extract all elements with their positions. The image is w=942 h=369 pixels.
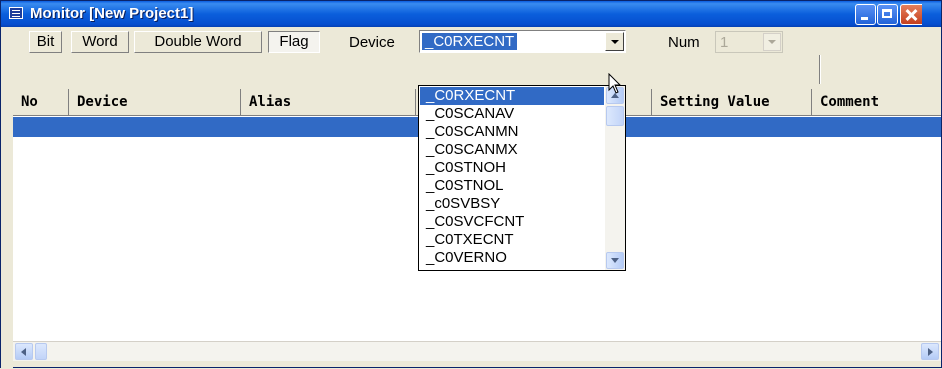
- device-option[interactable]: _C0SCANMN: [420, 123, 604, 141]
- device-dropdown-button[interactable]: [605, 32, 624, 51]
- mode-flag-button[interactable]: Flag: [268, 31, 320, 53]
- dropdown-vertical-scrollbar[interactable]: [605, 86, 625, 270]
- mode-double-word-button[interactable]: Double Word: [134, 31, 262, 53]
- device-option[interactable]: _C0TXECNT: [420, 231, 604, 249]
- horizontal-scroll-thumb[interactable]: [35, 343, 47, 360]
- device-option[interactable]: _C0STNOL: [420, 177, 604, 195]
- close-button[interactable]: [900, 4, 922, 25]
- column-header-alias[interactable]: Alias: [241, 89, 416, 116]
- scroll-down-icon[interactable]: [606, 252, 624, 269]
- num-combobox: 1: [715, 31, 783, 53]
- column-header-device[interactable]: Device: [69, 89, 241, 116]
- dropdown-scroll-thumb[interactable]: [606, 106, 624, 126]
- device-option[interactable]: _C0SCANMX: [420, 141, 604, 159]
- mouse-pointer-icon: [608, 73, 622, 94]
- mode-word-button[interactable]: Word: [71, 31, 129, 53]
- monitor-app-icon[interactable]: [9, 7, 23, 19]
- num-dropdown-button: [763, 33, 781, 51]
- minimize-button[interactable]: [855, 4, 876, 25]
- device-option[interactable]: _C0SCANAV: [420, 105, 604, 123]
- window-frame-left: [1, 57, 13, 369]
- device-option[interactable]: _C0SVCFCNT: [420, 213, 604, 231]
- device-label: Device: [349, 34, 395, 51]
- device-dropdown-list[interactable]: _C0RXECNT _C0SCANAV _C0SCANMN _C0SCANMX …: [418, 85, 626, 271]
- maximize-button[interactable]: [877, 4, 898, 25]
- num-value: 1: [720, 34, 729, 51]
- window-title: Monitor [New Project1]: [30, 5, 194, 22]
- device-option[interactable]: _C0VERNO: [420, 249, 604, 267]
- column-header-setting-value[interactable]: Setting Value: [652, 89, 812, 116]
- title-bar[interactable]: Monitor [New Project1]: [1, 1, 941, 27]
- device-combobox[interactable]: _C0RXECNT: [419, 30, 626, 53]
- column-header-comment[interactable]: Comment: [812, 89, 941, 116]
- device-option[interactable]: _c0SVBSY: [420, 195, 604, 213]
- device-option[interactable]: _C0STNOH: [420, 159, 604, 177]
- num-label: Num: [668, 34, 700, 51]
- horizontal-scrollbar[interactable]: [13, 341, 941, 361]
- scroll-right-icon[interactable]: [921, 343, 939, 360]
- monitor-window: Monitor [New Project1] Bit Word Double W…: [0, 0, 942, 369]
- scroll-left-icon[interactable]: [15, 343, 33, 360]
- mode-bit-button[interactable]: Bit: [29, 31, 62, 53]
- column-header-no[interactable]: No: [13, 89, 69, 116]
- device-option[interactable]: _C0RXECNT: [420, 87, 604, 105]
- toolbar-separator: [819, 55, 821, 84]
- device-combobox-value: _C0RXECNT: [422, 33, 518, 50]
